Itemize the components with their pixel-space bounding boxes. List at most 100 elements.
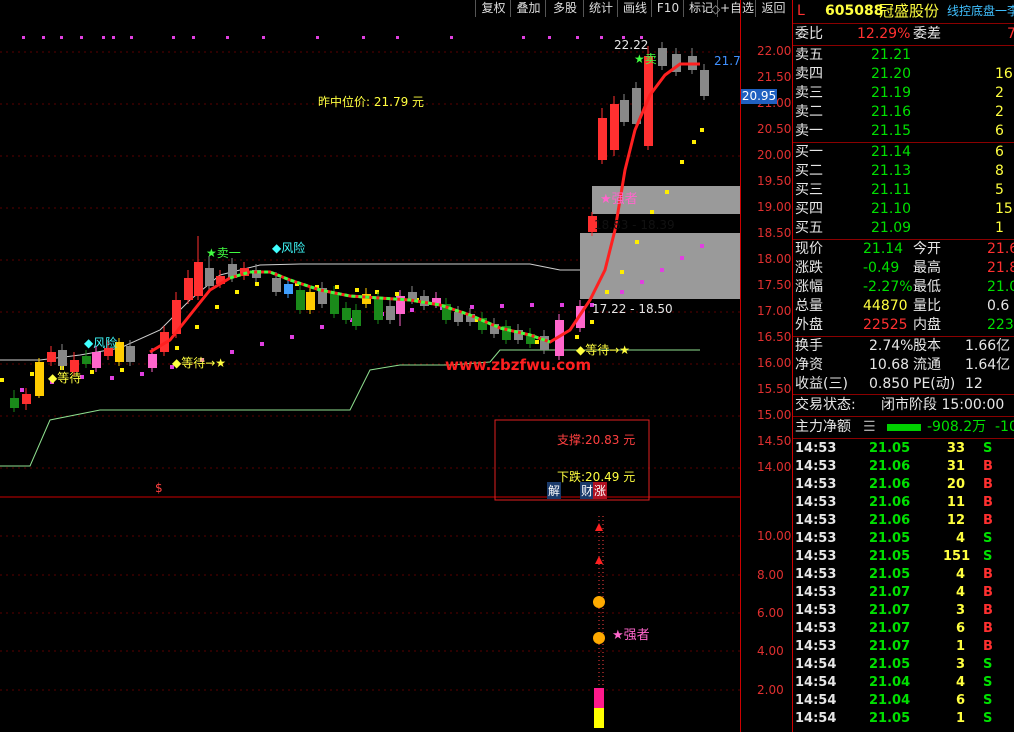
bids-row[interactable]: 买二 21.13 8 <box>793 162 1014 181</box>
signal-dot <box>102 36 105 39</box>
ma-tag: 21.7 <box>714 54 741 68</box>
asks-row[interactable]: 卖五 21.21 <box>793 46 1014 65</box>
candle-body[interactable] <box>296 290 305 310</box>
asks-row[interactable]: 卖四 21.20 16 <box>793 65 1014 84</box>
candle-body[interactable] <box>342 308 351 320</box>
trend-dot <box>355 288 359 292</box>
asks-row[interactable]: 卖一 21.15 6 <box>793 122 1014 141</box>
tick-time: 14:53 <box>795 495 837 510</box>
bids-row[interactable]: 买一 21.14 6 <box>793 143 1014 162</box>
candle-body[interactable] <box>700 70 709 96</box>
bids-label: 买四 <box>795 201 823 217</box>
candle-body[interactable] <box>22 394 31 404</box>
main-flow-row: 主力净额 ☰ -908.2万 -10 <box>795 418 1014 437</box>
trend-dot <box>335 285 339 289</box>
bids-row[interactable]: 买五 21.09 1 <box>793 219 1014 238</box>
bids-label: 买五 <box>795 220 823 236</box>
toolbar-button-4[interactable]: 画线 <box>617 0 652 17</box>
toolbar-button-0[interactable]: 复权 <box>475 0 511 17</box>
candle-body[interactable] <box>330 292 339 314</box>
candle-body[interactable] <box>184 278 193 300</box>
tick-price: 21.05 <box>869 711 911 726</box>
toolbar-button-5[interactable]: F10 <box>651 0 684 17</box>
trend-dot <box>195 325 199 329</box>
ad-text[interactable]: 线控底盘一李 <box>947 2 1014 21</box>
tab-cai[interactable]: 财 <box>580 482 595 499</box>
tick-row: 14:53 21.06 12 B <box>793 512 1014 530</box>
trend-dot <box>120 368 124 372</box>
trend-dot <box>590 320 594 324</box>
tick-row: 14:53 21.05 4 S <box>793 530 1014 548</box>
tick-row: 14:53 21.06 20 B <box>793 476 1014 494</box>
stat-value: 2.74% <box>869 338 914 354</box>
candle-body[interactable] <box>386 306 395 320</box>
tick-time: 14:54 <box>795 657 837 672</box>
tab-jie[interactable]: 解 <box>547 482 562 499</box>
tick-price: 21.06 <box>869 495 911 510</box>
stat-value: 21.8 <box>987 260 1014 276</box>
candle-body[interactable] <box>194 262 203 296</box>
stat-label: 股本 <box>913 338 941 354</box>
tick-volume: 12 <box>946 513 965 528</box>
asks-label: 卖四 <box>795 66 823 82</box>
asks-price: 21.16 <box>871 104 912 120</box>
signal-dot <box>192 36 195 39</box>
tick-time: 14:53 <box>795 603 837 618</box>
candle-body[interactable] <box>374 298 383 320</box>
candle-body[interactable] <box>598 118 607 160</box>
asks-row[interactable]: 卖二 21.16 2 <box>793 103 1014 122</box>
candle-body[interactable] <box>610 104 619 150</box>
tick-volume: 31 <box>946 459 965 474</box>
signal-dot <box>60 36 63 39</box>
candle-body[interactable] <box>205 268 214 286</box>
bids-row[interactable]: 买三 21.11 5 <box>793 181 1014 200</box>
candle-body[interactable] <box>35 362 44 396</box>
tick-time: 14:53 <box>795 549 837 564</box>
tick-row: 14:53 21.07 6 B <box>793 620 1014 638</box>
bids-price: 21.11 <box>871 182 912 198</box>
toolbar-button-1[interactable]: 叠加 <box>510 0 546 17</box>
candle-body[interactable] <box>284 284 293 294</box>
asks-volume: 16 <box>995 66 1013 82</box>
candle-body[interactable] <box>126 346 135 362</box>
tick-side: S <box>983 693 993 708</box>
candle-body[interactable] <box>10 398 19 408</box>
toolbar-button-3[interactable]: 统计 <box>583 0 618 17</box>
candle-body[interactable] <box>620 100 629 122</box>
candle-body[interactable] <box>352 310 361 326</box>
support-dot <box>470 305 474 309</box>
tab-zhang[interactable]: 涨 <box>593 482 608 499</box>
candle-body[interactable] <box>58 350 67 366</box>
candle-body[interactable] <box>658 48 667 66</box>
stat-row: 收益(三) 0.850 PE(动) 12 <box>793 375 1014 394</box>
candle-body[interactable] <box>82 356 91 364</box>
support-dot <box>530 303 534 307</box>
toolbar-button-2[interactable]: 多股 <box>545 0 584 17</box>
bids-price: 21.10 <box>871 201 912 217</box>
bids-row[interactable]: 买四 21.10 15 <box>793 200 1014 219</box>
price-axis-label: 18.00 <box>757 252 792 266</box>
tick-row: 14:54 21.04 4 S <box>793 674 1014 692</box>
mid-price-label: 昨中位价: 21.79 元 <box>318 95 425 109</box>
candle-body[interactable] <box>92 352 101 368</box>
trade-status-row: 交易状态: 闭市阶段 15:00:00 <box>795 397 1005 413</box>
tick-side: B <box>983 639 993 654</box>
kline-chart[interactable]: 复权 叠加 多股 统计 画线 F10 标记 +自选 返回 昨中位价: 21.79 元 22.22… <box>0 0 791 732</box>
signal-dot <box>450 36 453 39</box>
signal-dot <box>262 36 265 39</box>
stat-label: 涨幅 <box>795 279 823 295</box>
sub-bar-pink <box>594 688 604 708</box>
stat-label: PE(动) <box>913 376 956 392</box>
candle-body[interactable] <box>306 292 315 310</box>
main-flow-menu-icon[interactable]: ☰ <box>863 418 876 437</box>
candle-body[interactable] <box>272 278 281 292</box>
candle-body[interactable] <box>148 354 157 368</box>
sell-label-right: ★卖 <box>634 52 657 66</box>
stat-label: 换手 <box>795 338 823 354</box>
candle-body[interactable] <box>47 352 56 362</box>
tick-time: 14:53 <box>795 621 837 636</box>
tick-side: S <box>983 657 993 672</box>
signal-dot <box>600 36 603 39</box>
asks-row[interactable]: 卖三 21.19 2 <box>793 84 1014 103</box>
settings-diamond-icon[interactable]: ◇ <box>711 2 720 16</box>
